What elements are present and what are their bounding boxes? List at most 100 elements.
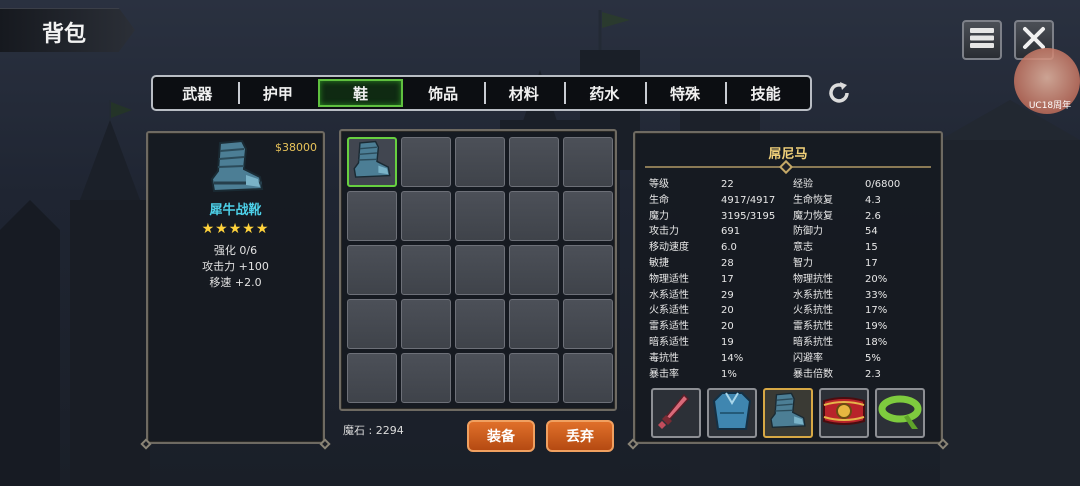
magic-stone-count: 魔石 : 2294 — [343, 424, 404, 437]
inventory-slot[interactable] — [509, 191, 559, 241]
stat-label: 魔力 — [649, 210, 669, 222]
stat-value: 4.3 — [865, 194, 881, 206]
boots-icon — [206, 139, 268, 195]
inventory-slot[interactable] — [509, 137, 559, 187]
inventory-slot[interactable] — [347, 191, 397, 241]
menu-icon — [969, 27, 995, 53]
inventory-slot[interactable] — [509, 299, 559, 349]
equip-slot-accessory[interactable] — [875, 388, 925, 438]
inventory-slot[interactable] — [455, 299, 505, 349]
dagger-icon — [656, 391, 696, 435]
inventory-slot[interactable] — [509, 245, 559, 295]
stat-label: 生命 — [649, 194, 669, 206]
inventory-slot[interactable] — [347, 299, 397, 349]
tab-accessory[interactable]: 饰品 — [403, 79, 484, 107]
inventory-slot[interactable] — [455, 137, 505, 187]
inventory-slot[interactable] — [455, 191, 505, 241]
stat-value: 29 — [721, 289, 734, 301]
stat-value: 28 — [721, 257, 734, 269]
inventory-slot[interactable] — [509, 353, 559, 403]
stat-label: 等级 — [649, 179, 669, 190]
stat-label: 移动速度 — [649, 242, 689, 254]
stat-label: 生命恢复 — [793, 194, 833, 206]
tab-shoes[interactable]: 鞋 — [318, 79, 403, 107]
item-detail-panel: $38000 犀牛战靴 ★★★★★ 强化 0/6 攻击力 +100 移速 +2.… — [140, 131, 331, 450]
stat-value: 17 — [721, 273, 734, 285]
stat-value: 18% — [865, 336, 888, 348]
menu-button[interactable] — [962, 20, 1002, 60]
inventory-slot[interactable] — [455, 245, 505, 295]
tab-skill[interactable]: 技能 — [725, 79, 806, 107]
stat-value: 19% — [865, 321, 888, 333]
stat-value: 2.3 — [865, 368, 881, 380]
page-title: 背包 — [42, 22, 87, 47]
stat-value: 3195/3195 — [721, 210, 776, 222]
stat-label: 攻击力 — [649, 226, 679, 238]
inventory-slot[interactable] — [563, 299, 613, 349]
stat-value: 15 — [865, 242, 878, 254]
inventory-slot[interactable] — [455, 353, 505, 403]
item-price: $38000 — [275, 141, 317, 154]
tab-armor[interactable]: 护甲 — [237, 79, 319, 107]
stat-label: 火系适性 — [649, 305, 689, 317]
armor-icon — [710, 389, 754, 437]
stat-value: 20 — [721, 321, 734, 333]
belt-green-icon — [878, 391, 922, 435]
stat-label: 智力 — [793, 257, 813, 269]
tab-material[interactable]: 材料 — [483, 79, 565, 107]
inventory-slot[interactable] — [563, 191, 613, 241]
inventory-slot[interactable] — [401, 191, 451, 241]
tab-potion[interactable]: 药水 — [564, 79, 645, 107]
character-panel: 屌尼马 等级 22 经验 0/6800 生命 4917/4917 生命恢复 4.3 魔力 3195… — [627, 131, 949, 450]
stat-label: 物理适性 — [649, 273, 689, 285]
inventory-slot[interactable] — [347, 353, 397, 403]
tab-weapon[interactable]: 武器 — [157, 79, 238, 107]
item-enhance: 强化 0/6 — [213, 244, 258, 257]
inventory-slot[interactable] — [563, 137, 613, 187]
avatar-label: UC18周年 — [1028, 101, 1072, 111]
stat-label: 暴击倍数 — [793, 368, 833, 380]
refresh-button[interactable] — [824, 80, 854, 110]
category-tabs: 武器 护甲 鞋 饰品 材料 药水 特殊 技能 — [151, 75, 812, 111]
stat-label: 毒抗性 — [649, 352, 679, 364]
boots-icon — [350, 139, 394, 185]
inventory-grid — [343, 133, 613, 407]
divider-ornament — [778, 159, 794, 175]
inventory-slot[interactable] — [401, 353, 451, 403]
inventory-slot[interactable] — [401, 245, 451, 295]
stat-value: 14% — [721, 352, 744, 364]
item-speed: 移速 +2.0 — [209, 276, 262, 289]
equip-slot-weapon[interactable] — [651, 388, 701, 438]
equip-slot-belt[interactable] — [819, 388, 869, 438]
discard-button[interactable]: 丢弃 — [546, 420, 614, 452]
stat-label: 水系抗性 — [793, 289, 833, 301]
boots-icon — [767, 390, 809, 436]
stat-label: 水系适性 — [649, 289, 689, 301]
equip-button[interactable]: 装备 — [467, 420, 535, 452]
stat-label: 敏捷 — [649, 257, 669, 269]
inventory-slot[interactable] — [401, 299, 451, 349]
item-stars: ★★★★★ — [201, 221, 270, 237]
stat-value: 17 — [865, 257, 878, 269]
equip-slot-boots[interactable] — [763, 388, 813, 438]
tab-special[interactable]: 特殊 — [644, 79, 726, 107]
inventory-slot[interactable] — [401, 137, 451, 187]
inventory-slot[interactable] — [563, 353, 613, 403]
stat-label: 防御力 — [793, 226, 823, 238]
item-name: 犀牛战靴 — [209, 203, 262, 218]
stat-value: 17% — [865, 305, 888, 317]
stat-label: 暗系适性 — [649, 336, 689, 348]
stat-label: 雷系抗性 — [793, 321, 833, 333]
equip-slot-armor[interactable] — [707, 388, 757, 438]
inventory-slot[interactable] — [347, 245, 397, 295]
stat-label: 物理抗性 — [793, 273, 833, 285]
stat-value: 5% — [865, 352, 881, 364]
character-stats: 等级 22 经验 0/6800 生命 4917/4917 生命恢复 4.3 魔力 3195/319… — [649, 179, 929, 381]
character-name: 屌尼马 — [768, 147, 808, 162]
item-attack: 攻击力 +100 — [202, 260, 269, 273]
stat-label: 闪避率 — [793, 352, 823, 364]
inventory-slot[interactable] — [563, 245, 613, 295]
stat-value: 20% — [865, 273, 888, 285]
stat-value: 0/6800 — [865, 179, 901, 190]
inventory-slot-boots[interactable] — [347, 137, 397, 187]
